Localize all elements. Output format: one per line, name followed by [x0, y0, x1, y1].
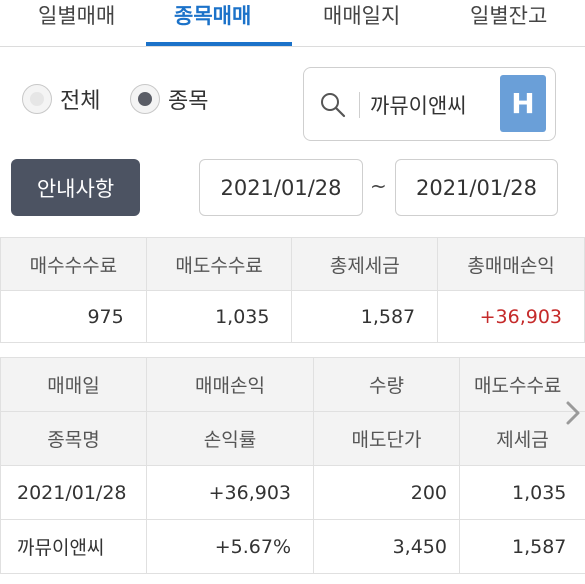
radio-stock[interactable]: 종목	[130, 82, 208, 116]
stock-search-field[interactable]: 까뮤이앤씨 H	[303, 67, 556, 141]
value-total-tax: 1,587	[291, 290, 439, 343]
detail-header-row-1: 매매일 매매손익 수량 매도수수료	[0, 357, 585, 412]
search-icon[interactable]	[318, 90, 348, 120]
cell-tax: 1,587	[459, 519, 585, 574]
tab-stock-trade[interactable]: 종목매매	[174, 0, 251, 45]
tab-daily-trade[interactable]: 일별매매	[38, 0, 115, 45]
tab-trade-journal[interactable]: 매매일지	[323, 0, 400, 45]
cell-sell-price: 3,450	[313, 519, 460, 574]
cell-sell-fee: 1,035	[459, 465, 585, 520]
stock-name-value[interactable]: 까뮤이앤씨	[370, 90, 467, 120]
radio-stock-label: 종목	[168, 89, 209, 114]
value-sell-fee: 1,035	[145, 290, 293, 343]
header-stock-name: 종목명	[0, 411, 147, 466]
detail-header-row-2: 종목명 손익률 매도단가 제세금	[0, 411, 585, 466]
chevron-right-icon[interactable]	[563, 400, 583, 426]
search-divider	[359, 92, 360, 118]
summary-header-row: 매수수수료 매도수수료 총제세금 총매매손익	[0, 237, 585, 291]
header-sell-price: 매도단가	[313, 411, 460, 466]
radio-stock-circle[interactable]	[130, 84, 160, 114]
header-total-pnl: 총매매손익	[437, 237, 585, 291]
header-sell-fee: 매도수수료	[145, 237, 293, 291]
header-total-tax: 총제세금	[291, 237, 439, 291]
cell-quantity: 200	[313, 465, 460, 520]
table-row[interactable]: 2021/01/28 +36,903 200 1,035	[0, 465, 585, 520]
end-date-field[interactable]: 2021/01/28	[395, 159, 558, 216]
header-pnl-rate: 손익률	[146, 411, 314, 466]
notice-button[interactable]: 안내사항	[11, 159, 140, 216]
value-total-pnl: +36,903	[437, 290, 585, 343]
stock-lookup-button[interactable]: H	[500, 75, 546, 132]
cell-stock-name: 까뮤이앤씨	[0, 519, 147, 574]
radio-all-circle[interactable]	[22, 84, 52, 114]
header-trade-date: 매매일	[0, 357, 147, 412]
radio-all-label: 전체	[60, 89, 101, 114]
summary-table: 매수수수료 매도수수료 총제세금 총매매손익 975 1,035 1,587 +…	[0, 237, 585, 343]
header-quantity: 수량	[313, 357, 460, 412]
date-range-separator: ~	[370, 174, 387, 198]
tab-daily-balance[interactable]: 일별잔고	[470, 0, 547, 45]
cell-trade-date: 2021/01/28	[0, 465, 147, 520]
cell-trade-pnl: +36,903	[146, 465, 314, 520]
cell-pnl-rate: +5.67%	[146, 519, 314, 574]
value-buy-fee: 975	[0, 290, 147, 343]
detail-table: 매매일 매매손익 수량 매도수수료 종목명 손익률 매도단가 제세금 2021/…	[0, 357, 585, 574]
active-tab-indicator	[146, 42, 292, 46]
header-trade-pnl: 매매손익	[146, 357, 314, 412]
tab-bar: 일별매매 종목매매 매매일지 일별잔고	[0, 0, 585, 47]
summary-value-row: 975 1,035 1,587 +36,903	[0, 290, 585, 343]
header-buy-fee: 매수수수료	[0, 237, 147, 291]
table-row[interactable]: 까뮤이앤씨 +5.67% 3,450 1,587	[0, 519, 585, 574]
start-date-field[interactable]: 2021/01/28	[199, 159, 363, 216]
radio-all[interactable]: 전체	[22, 82, 100, 116]
